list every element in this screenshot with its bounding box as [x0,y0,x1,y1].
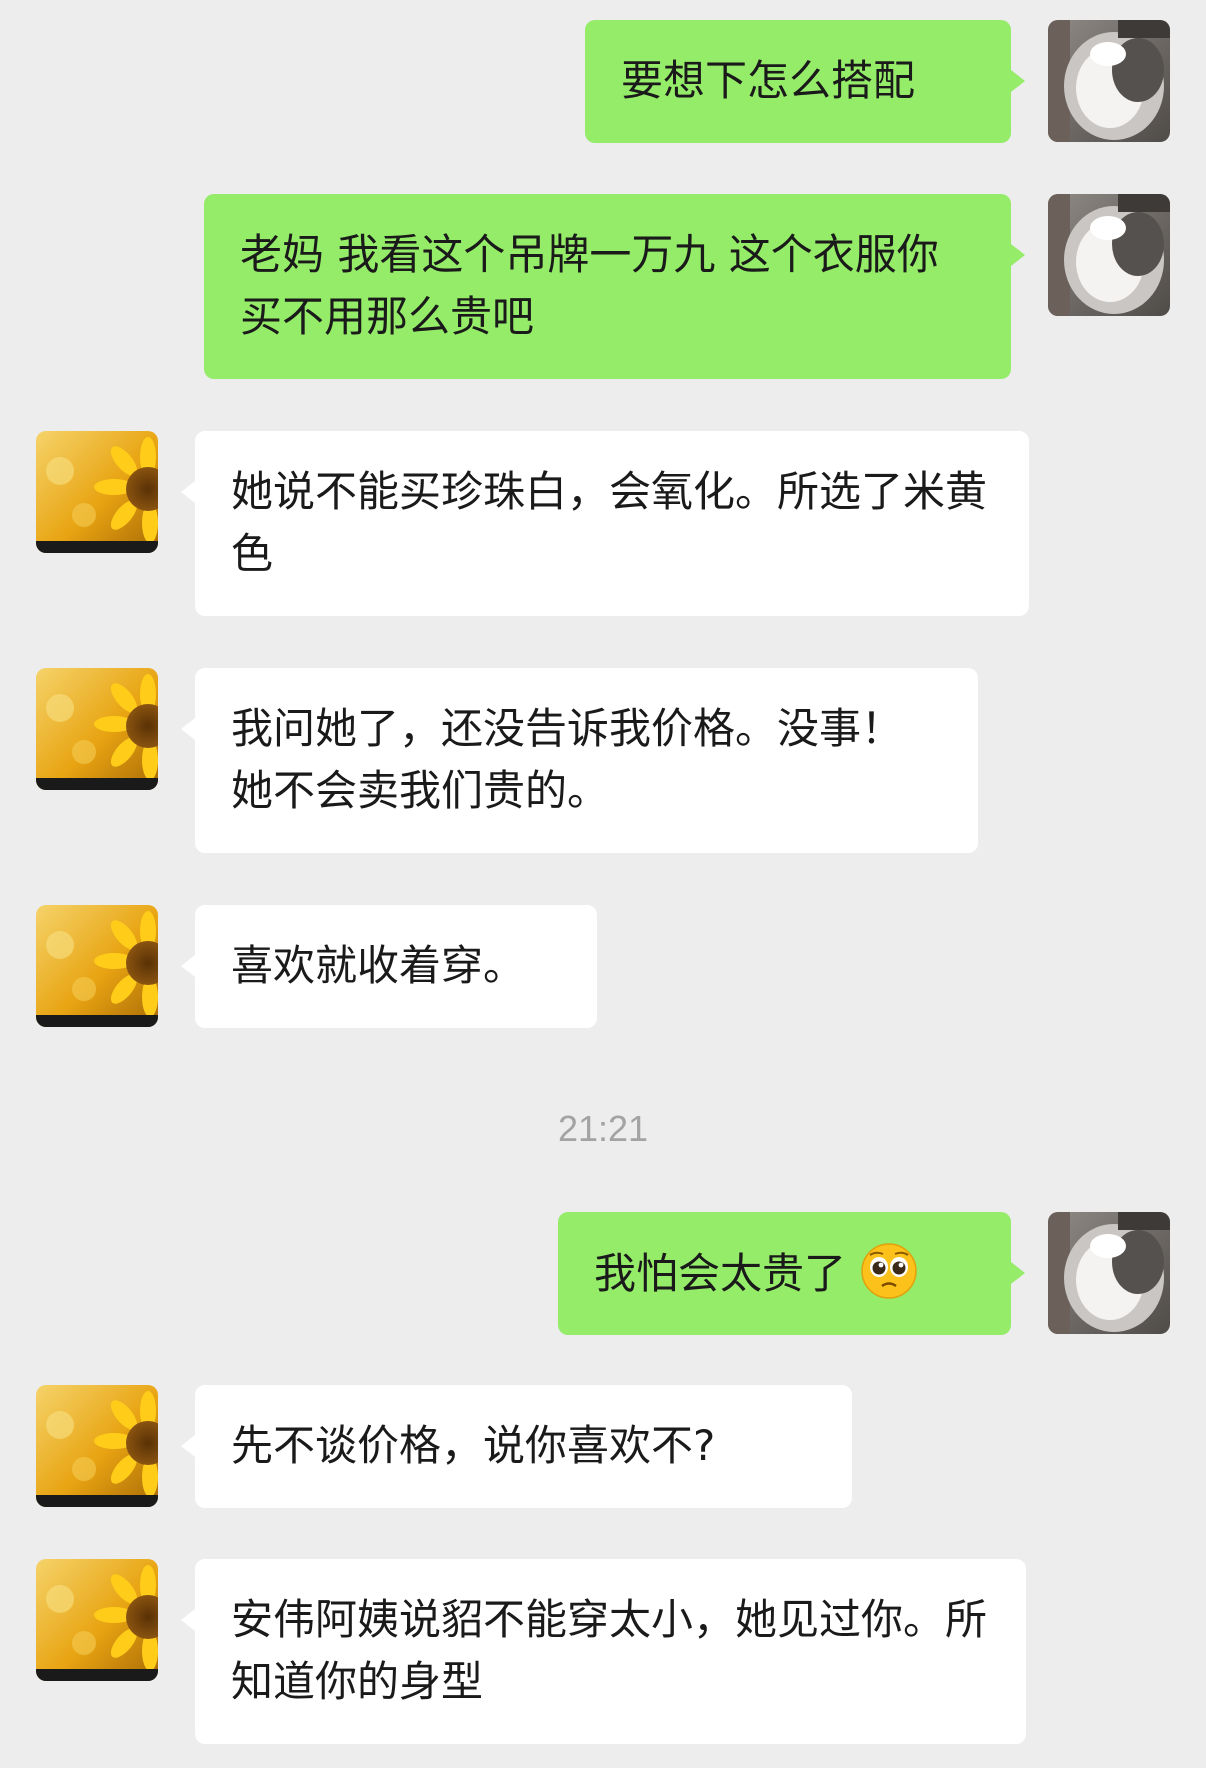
sunflower-photo-icon [36,1385,158,1507]
bubble-tail [1011,70,1025,92]
sunflower-photo-icon [36,1559,158,1681]
message-bubble-outgoing[interactable]: 要想下怎么搭配 [585,20,1011,143]
message-text: 我怕会太贵了 [594,1249,847,1298]
bubble-tail [181,481,195,503]
message-text: 先不谈价格，说你喜欢不? [231,1421,716,1470]
message-text: 她说不能买珍珠白，会氧化。所选了米黄色 [231,467,988,578]
timestamp: 21:21 [557,1108,649,1149]
message-text: 喜欢就收着穿。 [231,941,526,990]
sunflower-avatar[interactable] [36,431,158,553]
message-bubble-outgoing[interactable]: 老妈 我看这个吊牌一万九 这个衣服你买不用那么贵吧 [204,194,1011,379]
cat-photo-icon [1048,1212,1170,1334]
sunflower-photo-icon [36,905,158,1027]
pleading-face-emoji [861,1243,917,1299]
cat-photo-icon [1048,194,1170,316]
bubble-tail [1011,1262,1025,1284]
message-bubble-incoming[interactable]: 先不谈价格，说你喜欢不? [195,1385,852,1508]
cat-avatar[interactable] [1048,1212,1170,1334]
bubble-tail [1011,244,1025,266]
bubble-tail [181,955,195,977]
message-bubble-outgoing[interactable]: 我怕会太贵了 [558,1212,1011,1335]
message-text: 我问她了，还没告诉我价格。没事！她不会卖我们贵的。 [231,704,904,815]
sunflower-avatar[interactable] [36,905,158,1027]
message-bubble-incoming[interactable]: 喜欢就收着穿。 [195,905,597,1028]
cat-avatar[interactable] [1048,20,1170,142]
sunflower-photo-icon [36,431,158,553]
message-bubble-incoming[interactable]: 安伟阿姨说貂不能穿太小，她见过你。所知道你的身型 [195,1559,1026,1744]
cat-avatar[interactable] [1048,194,1170,316]
sunflower-avatar[interactable] [36,1385,158,1507]
bubble-tail [181,1609,195,1631]
message-text: 要想下怎么搭配 [621,56,916,105]
sunflower-avatar[interactable] [36,1559,158,1681]
message-text: 安伟阿姨说貂不能穿太小，她见过你。所知道你的身型 [231,1595,988,1706]
message-bubble-incoming[interactable]: 她说不能买珍珠白，会氧化。所选了米黄色 [195,431,1029,616]
message-text: 老妈 我看这个吊牌一万九 这个衣服你买不用那么贵吧 [240,230,939,341]
sunflower-photo-icon [36,668,158,790]
message-bubble-incoming[interactable]: 我问她了，还没告诉我价格。没事！她不会卖我们贵的。 [195,668,978,853]
bubble-tail [181,1435,195,1457]
cat-photo-icon [1048,20,1170,142]
bubble-tail [181,718,195,740]
sunflower-avatar[interactable] [36,668,158,790]
